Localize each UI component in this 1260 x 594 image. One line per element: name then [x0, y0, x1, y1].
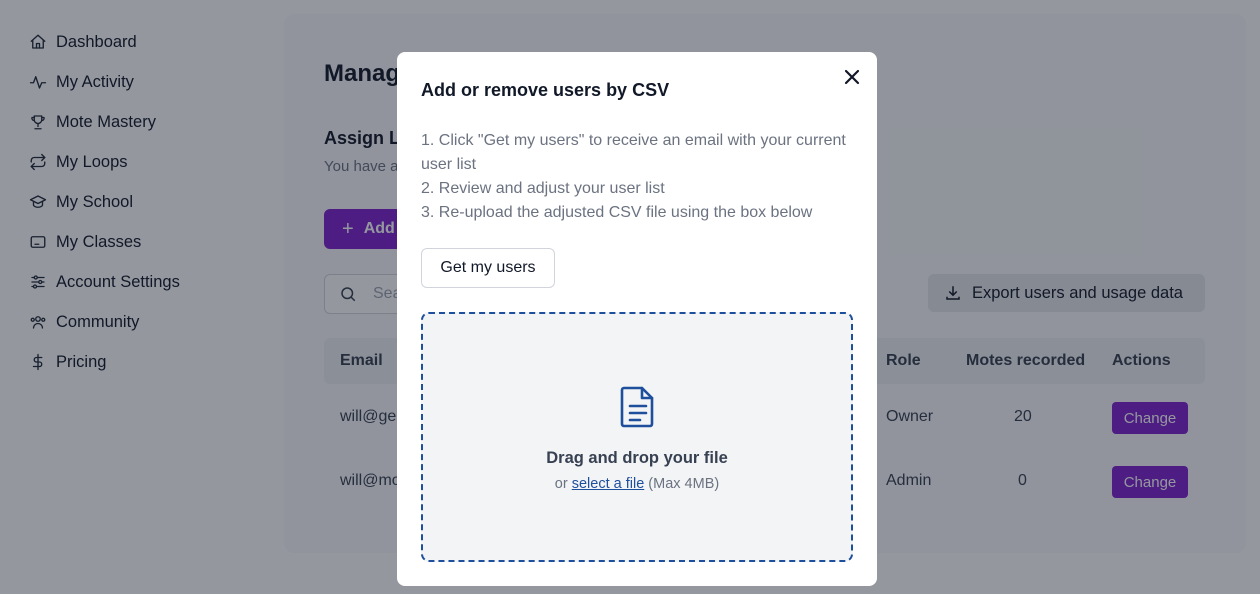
file-dropzone[interactable]: Drag and drop your file or select a file… — [421, 312, 853, 562]
dropzone-title: Drag and drop your file — [546, 449, 728, 467]
dropzone-limit: (Max 4MB) — [648, 476, 720, 492]
get-my-users-button[interactable]: Get my users — [421, 248, 555, 288]
close-button[interactable] — [841, 66, 863, 88]
modal-title: Add or remove users by CSV — [421, 80, 670, 100]
file-icon — [618, 384, 658, 430]
close-icon — [844, 69, 860, 85]
instruction-step: 3. Re-upload the adjusted CSV file using… — [421, 204, 813, 221]
csv-modal: Add or remove users by CSV 1. Click "Get… — [397, 52, 877, 586]
select-file-link[interactable]: select a file — [572, 476, 645, 492]
dropzone-subtitle: or select a file (Max 4MB) — [423, 476, 851, 492]
instruction-step: 2. Review and adjust your user list — [421, 180, 665, 197]
dropzone-prefix: or — [554, 476, 568, 492]
instruction-step: 1. Click "Get my users" to receive an em… — [421, 132, 846, 173]
instructions: 1. Click "Get my users" to receive an em… — [421, 129, 857, 225]
